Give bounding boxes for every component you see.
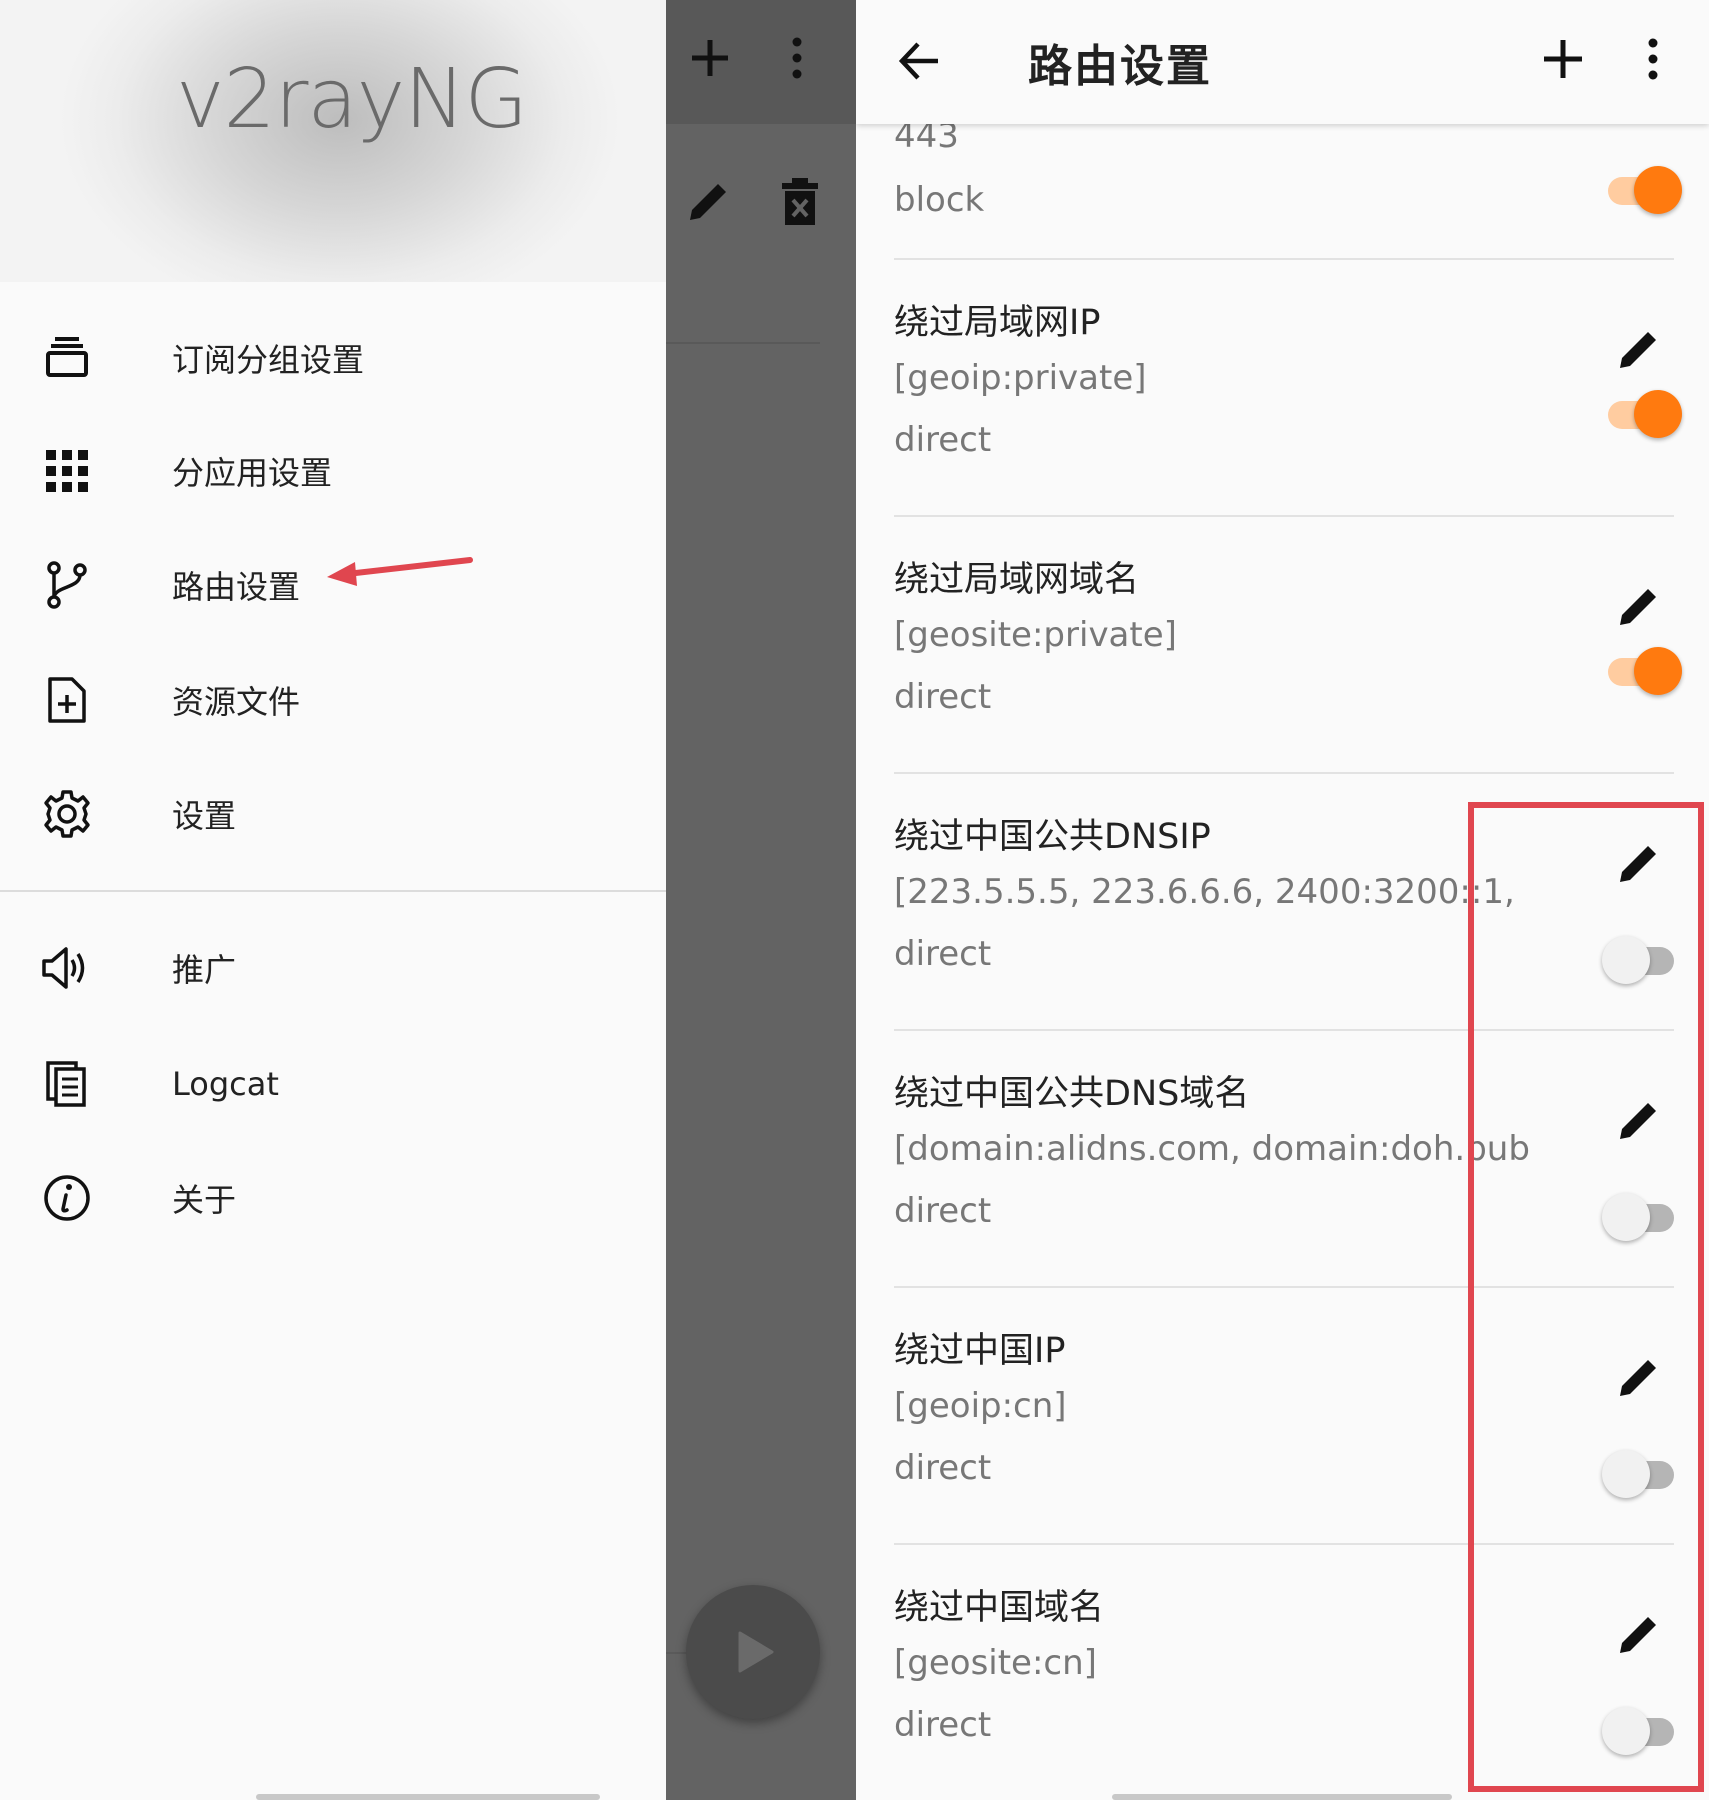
rule-enable-toggle[interactable] xyxy=(1604,388,1682,440)
edit-icon xyxy=(690,184,726,220)
rule-enable-toggle[interactable] xyxy=(1604,164,1682,216)
nav-item-label: 推广 xyxy=(172,951,237,989)
info-icon xyxy=(40,1171,94,1225)
rule-name: 绕过中国公共DNSIP xyxy=(894,817,1211,857)
rule-name: 绕过中国公共DNS域名 xyxy=(894,1074,1250,1114)
rule-domain: [geosite:cn] xyxy=(894,1643,1097,1683)
rule-outbound: direct xyxy=(894,677,992,717)
rule-domain: [geosite:private] xyxy=(894,615,1177,655)
rule-outbound: direct xyxy=(894,934,992,974)
edit-rule-button[interactable] xyxy=(1614,581,1664,631)
subscription-group-icon xyxy=(40,331,94,385)
rule-enable-toggle[interactable] xyxy=(1602,934,1680,986)
nav-item-label: Logcat xyxy=(172,1065,279,1103)
add-rule-button[interactable] xyxy=(1538,34,1588,84)
nav-item-logcat[interactable]: Logcat xyxy=(0,1034,666,1134)
rule-domain: [223.5.5.5, 223.6.6.6, 2400:3200::1, xyxy=(894,872,1515,912)
nav-item-per-app[interactable]: 分应用设置 xyxy=(0,421,666,521)
drawer-header: v2rayNG xyxy=(0,0,666,282)
rule-item[interactable]: 绕过中国IP [geoip:cn] direct xyxy=(894,1288,1674,1545)
gesture-bar xyxy=(256,1794,600,1800)
nav-item-label: 资源文件 xyxy=(172,683,301,721)
rule-item[interactable]: 绕过中国公共DNSIP [223.5.5.5, 223.6.6.6, 2400:… xyxy=(894,774,1674,1031)
rule-outbound: block xyxy=(894,180,985,220)
app-logo: v2rayNG xyxy=(176,52,528,147)
rule-enable-toggle[interactable] xyxy=(1602,1705,1680,1757)
nav-item-subscription-group[interactable]: 订阅分组设置 xyxy=(0,308,666,408)
nav-item-label: 设置 xyxy=(172,797,237,835)
add-icon xyxy=(692,40,728,76)
rule-name: 绕过中国IP xyxy=(894,1331,1066,1371)
rule-item[interactable]: 绕过局域网IP [geoip:private] direct xyxy=(894,260,1682,517)
rule-name: 绕过中国域名 xyxy=(894,1588,1105,1628)
rule-item[interactable]: 绕过局域网域名 [geosite:private] direct xyxy=(894,517,1682,774)
routing-branch-icon xyxy=(40,558,94,612)
nav-item-label: 订阅分组设置 xyxy=(172,341,365,379)
main-screen-scrim[interactable] xyxy=(666,0,856,1800)
rule-outbound: direct xyxy=(894,420,992,460)
delete-icon xyxy=(782,178,818,225)
rule-enable-toggle[interactable] xyxy=(1602,1448,1680,1500)
gesture-bar xyxy=(1112,1794,1452,1800)
rule-item[interactable]: 绕过中国域名 [geosite:cn] direct xyxy=(894,1545,1674,1800)
back-arrow-icon[interactable] xyxy=(894,36,944,86)
logcat-document-icon xyxy=(40,1057,94,1111)
drawer-divider xyxy=(0,890,666,892)
nav-item-promotion[interactable]: 推广 xyxy=(0,918,666,1018)
nav-item-resource-files[interactable]: 资源文件 xyxy=(0,650,666,750)
rule-domain: [geoip:private] xyxy=(894,358,1147,398)
rule-enable-toggle[interactable] xyxy=(1604,645,1682,697)
routing-settings-screen: 路由设置 443 block 绕过局域网IP [geoip:private] d… xyxy=(856,0,1709,1800)
main-toolbar xyxy=(666,0,856,124)
navigation-drawer: v2rayNG 订阅分组设置 分应用设置 路由设置 资源文件 设置 推广 Log… xyxy=(0,0,666,1800)
edit-rule-button[interactable] xyxy=(1614,1095,1664,1145)
rule-name: 绕过局域网IP xyxy=(894,303,1101,343)
edit-rule-button[interactable] xyxy=(1614,1609,1664,1659)
start-vpn-fab[interactable] xyxy=(686,1585,820,1719)
edit-rule-button[interactable] xyxy=(1614,324,1664,374)
nav-item-about[interactable]: 关于 xyxy=(0,1148,666,1248)
more-vert-icon xyxy=(792,37,802,79)
list-divider xyxy=(666,342,820,344)
rule-domain: [domain:alidns.com, domain:doh.pub xyxy=(894,1129,1530,1169)
nav-item-label: 关于 xyxy=(172,1181,237,1219)
nav-item-label: 分应用设置 xyxy=(172,454,333,492)
edit-rule-button[interactable] xyxy=(1614,838,1664,888)
nav-item-settings[interactable]: 设置 xyxy=(0,764,666,864)
rule-outbound: direct xyxy=(894,1448,992,1488)
gear-icon xyxy=(40,787,94,841)
edit-rule-button[interactable] xyxy=(1614,1352,1664,1402)
rule-domain: [geoip:cn] xyxy=(894,1386,1067,1426)
speaker-icon xyxy=(40,941,94,995)
routing-toolbar: 路由设置 xyxy=(856,0,1709,124)
page-title: 路由设置 xyxy=(1028,41,1212,92)
rule-outbound: direct xyxy=(894,1705,992,1745)
apps-grid-icon xyxy=(40,444,94,498)
rule-outbound: direct xyxy=(894,1191,992,1231)
annotation-arrow xyxy=(327,557,473,586)
more-options-button[interactable] xyxy=(1638,34,1668,84)
play-icon xyxy=(738,1631,774,1673)
rule-enable-toggle[interactable] xyxy=(1602,1191,1680,1243)
rule-item[interactable]: 绕过中国公共DNS域名 [domain:alidns.com, domain:d… xyxy=(894,1031,1674,1288)
nav-item-label: 路由设置 xyxy=(172,568,301,606)
rule-name: 绕过局域网域名 xyxy=(894,560,1140,600)
file-add-icon xyxy=(40,673,94,727)
